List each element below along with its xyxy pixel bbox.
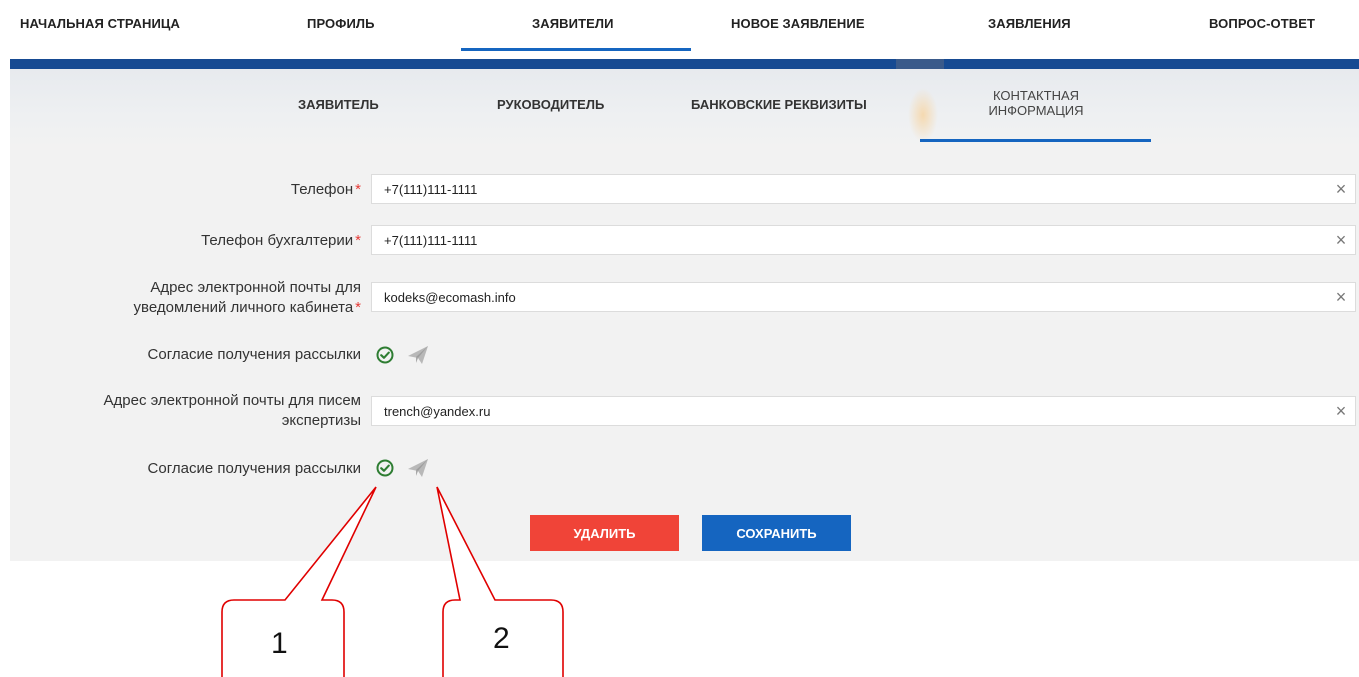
- nav-home[interactable]: НАЧАЛЬНАЯ СТРАНИЦА: [20, 16, 180, 31]
- expertise-email-label-line1: Адрес электронной почты для писем: [103, 392, 362, 409]
- subnav-background: [10, 69, 1359, 149]
- top-navigation: НАЧАЛЬНАЯ СТРАНИЦА ПРОФИЛЬ ЗАЯВИТЕЛИ НОВ…: [0, 0, 1359, 60]
- check-circle-icon[interactable]: [376, 346, 394, 364]
- nav-applicants[interactable]: ЗАЯВИТЕЛИ: [532, 16, 614, 31]
- required-mark: *: [355, 232, 361, 249]
- accounting-phone-label-text: Телефон бухгалтерии: [201, 232, 354, 249]
- nav-new-application[interactable]: НОВОЕ ЗАЯВЛЕНИЕ: [731, 16, 865, 31]
- notify-email-label-line1: Адрес электронной почты для: [150, 279, 361, 296]
- header-banner-strip: [10, 59, 1359, 69]
- phone-input[interactable]: [372, 175, 1324, 203]
- banner-decoration: [908, 88, 938, 142]
- notify-email-label: Адрес электронной почты для уведомлений …: [134, 278, 361, 318]
- tab-applicant[interactable]: ЗАЯВИТЕЛЬ: [298, 97, 379, 112]
- tab-bank-details[interactable]: БАНКОВСКИЕ РЕКВИЗИТЫ: [691, 97, 867, 112]
- required-mark: *: [355, 181, 361, 198]
- notify-email-input[interactable]: [372, 283, 1324, 311]
- tab-contact-info-line1: КОНТАКТНАЯ: [992, 88, 1080, 103]
- expertise-email-label-line2: экспертизы: [281, 412, 361, 429]
- accounting-phone-label: Телефон бухгалтерии *: [201, 231, 361, 251]
- nav-applications[interactable]: ЗАЯВЛЕНИЯ: [988, 16, 1071, 31]
- notify-email-label-line2-wrap: уведомлений личного кабинета *: [134, 298, 361, 318]
- banner-emblem: [896, 59, 944, 69]
- notify-email-label-line2: уведомлений личного кабинета: [133, 299, 354, 316]
- tab-contact-info[interactable]: КОНТАКТНАЯ ИНФОРМАЦИЯ: [962, 88, 1110, 118]
- paper-plane-icon[interactable]: [407, 345, 429, 365]
- accounting-phone-input[interactable]: [372, 226, 1324, 254]
- required-mark: *: [355, 299, 361, 316]
- accounting-phone-field-wrap: ×: [371, 225, 1356, 255]
- paper-plane-icon[interactable]: [407, 458, 429, 478]
- consent-2-label: Согласие получения рассылки: [147, 460, 361, 477]
- callout-1-number: 1: [271, 627, 288, 660]
- expertise-email-field-wrap: ×: [371, 396, 1356, 426]
- tab-contact-info-line2: ИНФОРМАЦИЯ: [988, 103, 1084, 118]
- nav-profile[interactable]: ПРОФИЛЬ: [307, 16, 375, 31]
- expertise-email-label: Адрес электронной почты для писем экспер…: [104, 391, 362, 431]
- phone-label: Телефон *: [291, 180, 361, 200]
- phone-label-text: Телефон: [290, 181, 354, 198]
- clear-icon[interactable]: ×: [1333, 180, 1349, 198]
- tab-active-indicator: [920, 139, 1151, 142]
- check-circle-icon[interactable]: [376, 459, 394, 477]
- clear-icon[interactable]: ×: [1333, 231, 1349, 249]
- save-button[interactable]: СОХРАНИТЬ: [702, 515, 851, 551]
- consent-1-label: Согласие получения рассылки: [147, 346, 361, 363]
- notify-email-field-wrap: ×: [371, 282, 1356, 312]
- phone-field-wrap: ×: [371, 174, 1356, 204]
- delete-button[interactable]: УДАЛИТЬ: [530, 515, 679, 551]
- nav-faq[interactable]: ВОПРОС-ОТВЕТ: [1209, 16, 1315, 31]
- clear-icon[interactable]: ×: [1333, 288, 1349, 306]
- callout-2-number: 2: [493, 622, 510, 655]
- clear-icon[interactable]: ×: [1333, 402, 1349, 420]
- tab-manager[interactable]: РУКОВОДИТЕЛЬ: [497, 97, 604, 112]
- nav-active-indicator: [461, 48, 691, 51]
- expertise-email-input[interactable]: [372, 397, 1324, 425]
